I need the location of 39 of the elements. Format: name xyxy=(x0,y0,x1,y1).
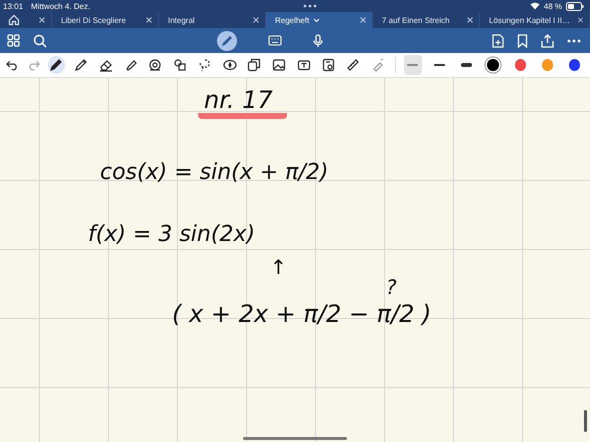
search-icon[interactable] xyxy=(33,34,47,48)
chevron-down-icon[interactable] xyxy=(313,18,320,22)
pen-mode-button[interactable] xyxy=(216,30,236,50)
handwritten-formula: cos(x) = sin(x + π/2) xyxy=(100,161,328,186)
share-icon[interactable] xyxy=(541,34,554,48)
date-label: Mittwoch 4. Dez. xyxy=(31,2,90,10)
scroll-bar[interactable] xyxy=(584,410,587,432)
close-icon[interactable] xyxy=(578,17,583,23)
battery-percent: 48 % xyxy=(544,2,562,10)
color-swatch[interactable] xyxy=(568,59,580,71)
pen-tool[interactable] xyxy=(48,56,65,74)
keyboard-icon[interactable] xyxy=(268,35,282,46)
handwritten-heading: nr. 17 xyxy=(198,87,287,120)
pen-icon xyxy=(220,34,234,48)
color-swatch[interactable] xyxy=(487,59,498,71)
document-tab[interactable]: Regelheft xyxy=(266,12,373,28)
handwritten-mark: ↑ xyxy=(270,256,287,278)
home-icon[interactable] xyxy=(8,14,20,26)
add-page-icon[interactable] xyxy=(492,34,504,48)
grid-view-icon[interactable] xyxy=(7,34,20,47)
more-icon[interactable] xyxy=(567,38,581,42)
more-icon xyxy=(302,4,317,8)
microphone-icon[interactable] xyxy=(312,34,322,48)
color-swatch[interactable] xyxy=(542,59,553,71)
handwritten-formula: ( x + 2x + π/2 − π/2 ) xyxy=(172,301,432,328)
close-icon[interactable] xyxy=(146,17,152,23)
close-icon[interactable] xyxy=(360,17,366,23)
undo-icon[interactable] xyxy=(6,60,20,70)
bookmark-icon[interactable] xyxy=(517,34,528,48)
copy-tool[interactable] xyxy=(246,56,263,74)
battery-icon xyxy=(566,2,584,10)
close-icon[interactable] xyxy=(39,17,45,23)
color-swatch[interactable] xyxy=(514,59,526,71)
close-icon[interactable] xyxy=(467,17,473,23)
handwritten-formula: f(x) = 3 sin(2x) xyxy=(88,223,256,248)
handwritten-mark: ? xyxy=(386,276,397,298)
close-icon[interactable] xyxy=(253,17,259,23)
wifi-icon xyxy=(530,2,540,10)
clock-time: 13:01 xyxy=(3,2,24,10)
